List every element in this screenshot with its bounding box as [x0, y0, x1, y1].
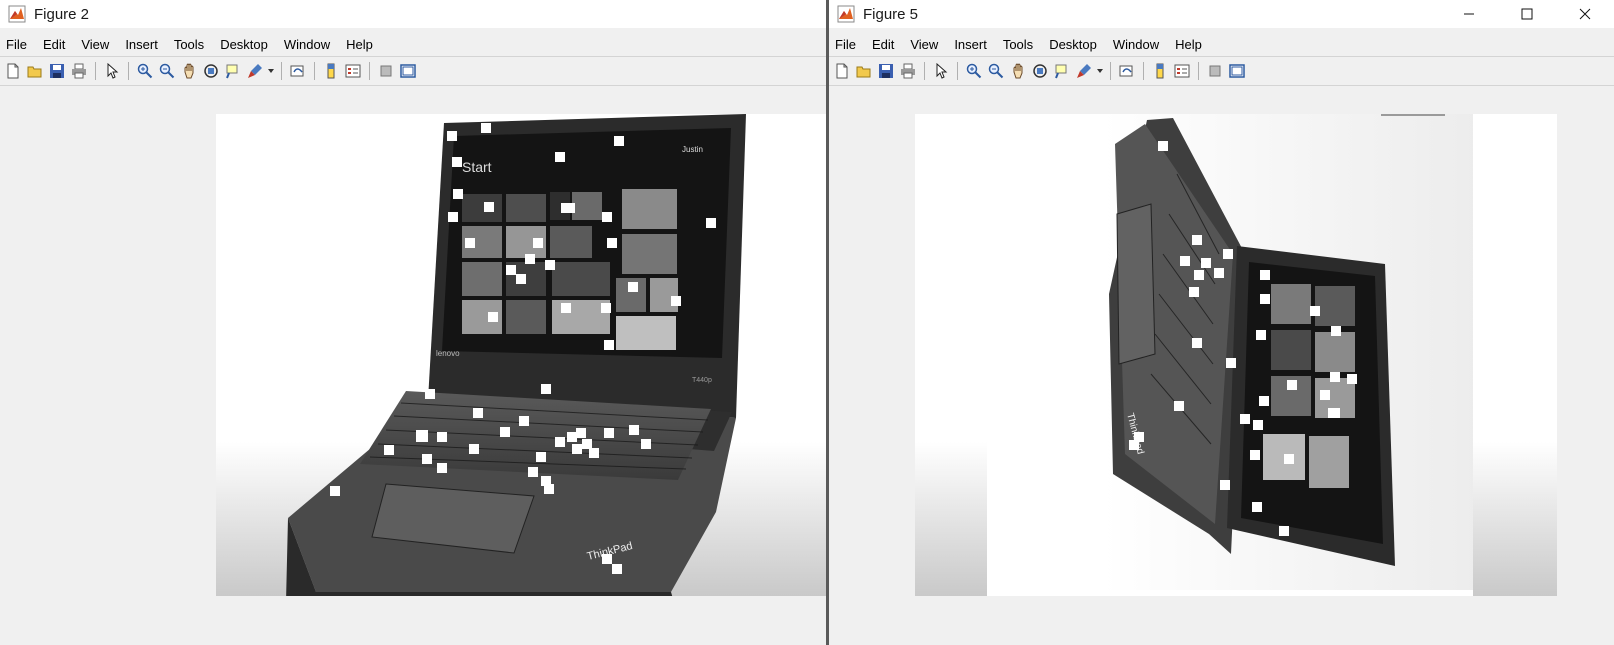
laptop-brand: lenovo	[436, 349, 460, 358]
menu-window[interactable]: Window	[284, 37, 330, 52]
menu-tools[interactable]: Tools	[174, 37, 204, 52]
menu-divider	[829, 56, 1614, 57]
open-file-icon[interactable]	[853, 60, 875, 82]
zoom-in-icon[interactable]	[963, 60, 985, 82]
show-plot-tools-icon[interactable]	[1226, 60, 1248, 82]
menu-help[interactable]: Help	[1175, 37, 1202, 52]
toolbar-separator	[281, 62, 282, 80]
colorbar-icon[interactable]	[1149, 60, 1171, 82]
window-title: Figure 2	[34, 5, 90, 23]
figure-toolbar	[0, 58, 827, 84]
brush-dropdown-icon[interactable]	[1095, 60, 1105, 82]
open-file-icon[interactable]	[24, 60, 46, 82]
legend-icon[interactable]	[342, 60, 364, 82]
new-figure-icon[interactable]	[2, 60, 24, 82]
toolbar-separator	[369, 62, 370, 80]
menu-tools[interactable]: Tools	[1003, 37, 1033, 52]
menu-bar: File Edit View Insert Tools Desktop Wind…	[829, 32, 1614, 56]
rotate-3d-icon[interactable]	[200, 60, 222, 82]
menu-window[interactable]: Window	[1113, 37, 1159, 52]
minimize-icon[interactable]	[1440, 0, 1498, 28]
menu-edit[interactable]: Edit	[872, 37, 894, 52]
toolbar-separator	[128, 62, 129, 80]
menu-file[interactable]: File	[6, 37, 27, 52]
show-plot-tools-icon[interactable]	[397, 60, 419, 82]
laptop-image: Start Justin lenovo T440p ThinkPad	[216, 114, 827, 596]
toolbar-separator	[1143, 62, 1144, 80]
title-bar[interactable]: Figure 5	[829, 0, 1614, 28]
hide-plot-tools-icon[interactable]	[375, 60, 397, 82]
brush-icon[interactable]	[1073, 60, 1095, 82]
toolbar-separator	[957, 62, 958, 80]
menu-view[interactable]: View	[81, 37, 109, 52]
toolbar-separator	[924, 62, 925, 80]
save-icon[interactable]	[46, 60, 68, 82]
figure-axes[interactable]: ThinkPad	[915, 114, 1557, 596]
toolbar-separator	[1198, 62, 1199, 80]
menu-bar: File Edit View Insert Tools Desktop Wind…	[0, 32, 827, 56]
menu-edit[interactable]: Edit	[43, 37, 65, 52]
screen-user-name: Justin	[682, 145, 703, 154]
pan-icon[interactable]	[1007, 60, 1029, 82]
toolbar-divider	[0, 85, 827, 86]
data-cursor-icon[interactable]	[222, 60, 244, 82]
zoom-in-icon[interactable]	[134, 60, 156, 82]
screen-start-label: Start	[462, 159, 492, 175]
menu-view[interactable]: View	[910, 37, 938, 52]
brush-dropdown-icon[interactable]	[266, 60, 276, 82]
hide-plot-tools-icon[interactable]	[1204, 60, 1226, 82]
rotate-3d-icon[interactable]	[1029, 60, 1051, 82]
figure-axes[interactable]: Start Justin lenovo T440p ThinkPad	[216, 114, 827, 596]
toolbar-separator	[95, 62, 96, 80]
maximize-icon[interactable]	[1498, 0, 1556, 28]
laptop-model: T440p	[692, 377, 712, 384]
pointer-icon[interactable]	[930, 60, 952, 82]
pointer-icon[interactable]	[101, 60, 123, 82]
new-figure-icon[interactable]	[831, 60, 853, 82]
menu-help[interactable]: Help	[346, 37, 373, 52]
colorbar-icon[interactable]	[320, 60, 342, 82]
matlab-icon	[8, 5, 26, 23]
menu-insert[interactable]: Insert	[954, 37, 987, 52]
link-plot-icon[interactable]	[1116, 60, 1138, 82]
figure-toolbar	[829, 58, 1614, 84]
data-cursor-icon[interactable]	[1051, 60, 1073, 82]
pan-icon[interactable]	[178, 60, 200, 82]
menu-desktop[interactable]: Desktop	[1049, 37, 1097, 52]
legend-icon[interactable]	[1171, 60, 1193, 82]
figure-2-window: Figure 2 File Edit View Insert Tools Des…	[0, 0, 827, 645]
title-bar[interactable]: Figure 2	[0, 0, 827, 28]
rotated-laptop-image: ThinkPad	[915, 114, 1557, 596]
print-icon[interactable]	[68, 60, 90, 82]
close-icon[interactable]	[1556, 0, 1614, 28]
toolbar-divider	[829, 85, 1614, 86]
figure-5-window: Figure 5 File Edit View Insert Tools Des…	[829, 0, 1614, 645]
matlab-icon	[837, 5, 855, 23]
window-title: Figure 5	[863, 5, 919, 23]
zoom-out-icon[interactable]	[156, 60, 178, 82]
link-plot-icon[interactable]	[287, 60, 309, 82]
menu-insert[interactable]: Insert	[125, 37, 158, 52]
zoom-out-icon[interactable]	[985, 60, 1007, 82]
toolbar-separator	[314, 62, 315, 80]
print-icon[interactable]	[897, 60, 919, 82]
menu-file[interactable]: File	[835, 37, 856, 52]
menu-desktop[interactable]: Desktop	[220, 37, 268, 52]
menu-divider	[0, 56, 827, 57]
save-icon[interactable]	[875, 60, 897, 82]
window-controls	[1440, 0, 1614, 28]
toolbar-separator	[1110, 62, 1111, 80]
brush-icon[interactable]	[244, 60, 266, 82]
